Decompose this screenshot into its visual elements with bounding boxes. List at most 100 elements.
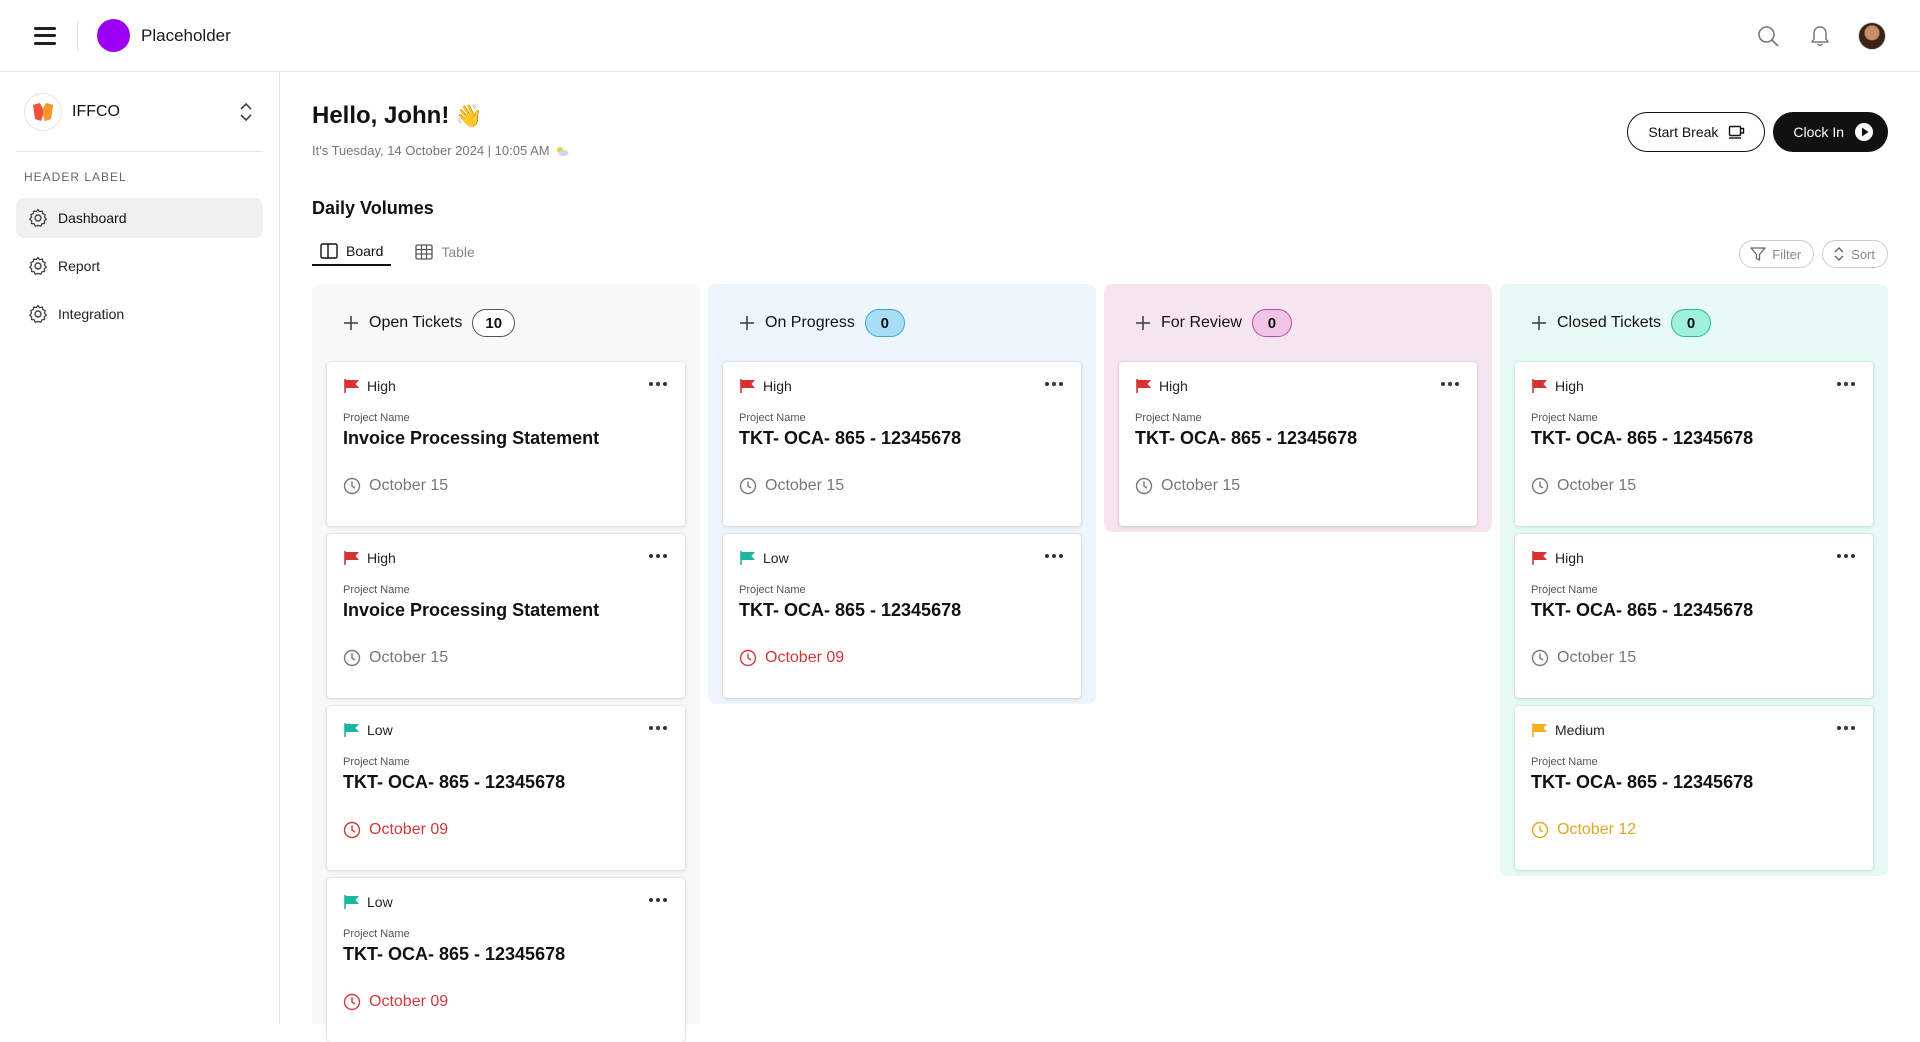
due-date-text: October 12 <box>1557 821 1637 838</box>
greeting: Hello, John! 👋 <box>312 102 483 130</box>
filter-button[interactable]: Filter <box>1739 240 1815 268</box>
flag-icon <box>1136 379 1151 393</box>
tab-table[interactable]: Table <box>407 238 482 266</box>
ticket-card[interactable]: Medium Project Name TKT- OCA- 865 - 123456… <box>1515 706 1873 870</box>
ticket-card[interactable]: Low Project Name TKT- OCA- 865 - 12345678 O… <box>723 534 1081 698</box>
more-options-icon[interactable] <box>1045 554 1063 558</box>
search-icon[interactable] <box>1754 22 1782 50</box>
priority-row: Low <box>739 550 1065 566</box>
due-date-text: October 15 <box>765 477 845 494</box>
org-switcher[interactable]: IFFCO <box>16 72 263 152</box>
ticket-card[interactable]: High Project Name TKT- OCA- 865 - 12345678… <box>1515 534 1873 698</box>
sidebar-item-label: Integration <box>58 306 125 322</box>
sidebar-item-integration[interactable]: Integration <box>16 294 263 334</box>
due-date: October 15 <box>343 477 669 495</box>
priority-label: High <box>1159 378 1188 394</box>
project-label: Project Name <box>739 412 806 424</box>
sort-label: Sort <box>1851 246 1875 262</box>
due-date: October 15 <box>1531 649 1857 667</box>
menu-icon[interactable] <box>34 26 56 45</box>
chevron-up-down-icon[interactable] <box>239 102 253 122</box>
tab-board[interactable]: Board <box>312 238 392 266</box>
plus-icon[interactable] <box>1531 315 1547 331</box>
project-label: Project Name <box>343 928 410 940</box>
start-break-label: Start Break <box>1648 124 1719 140</box>
gear-icon <box>28 256 48 276</box>
clock-icon <box>343 649 361 667</box>
column-title: For Review <box>1161 314 1242 331</box>
priority-row: Low <box>343 894 669 910</box>
more-options-icon[interactable] <box>1045 382 1063 386</box>
sort-icon <box>1834 247 1844 261</box>
column-header: On Progress 0 <box>723 284 1081 362</box>
more-options-icon[interactable] <box>1837 726 1855 730</box>
filter-icon <box>1750 247 1766 261</box>
ticket-card[interactable]: High Project Name TKT- OCA- 865 - 12345678… <box>723 362 1081 526</box>
flag-icon <box>344 723 359 737</box>
due-date-text: October 09 <box>765 649 845 666</box>
priority-row: Low <box>343 722 669 738</box>
ticket-card[interactable]: Low Project Name TKT- OCA- 865 - 12345678 O… <box>327 878 685 1042</box>
clock-icon <box>343 993 361 1011</box>
column-header: Closed Tickets 0 <box>1515 284 1873 362</box>
clock-icon <box>1531 477 1549 495</box>
brand-logo <box>97 19 130 52</box>
plus-icon[interactable] <box>739 315 755 331</box>
due-date: October 15 <box>739 477 1065 495</box>
clock-icon <box>739 649 757 667</box>
priority-row: High <box>343 550 669 566</box>
ticket-card[interactable]: High Project Name Invoice Processing State… <box>327 362 685 526</box>
clock-in-button[interactable]: Clock In <box>1773 112 1888 152</box>
top-right-controls <box>1754 21 1886 50</box>
plus-icon[interactable] <box>343 315 359 331</box>
bell-icon[interactable] <box>1806 22 1834 50</box>
due-date: October 15 <box>343 649 669 667</box>
start-break-button[interactable]: Start Break <box>1627 112 1766 152</box>
flag-icon <box>1532 379 1547 393</box>
sidebar-item-dashboard[interactable]: Dashboard <box>16 198 263 238</box>
project-label: Project Name <box>343 584 410 596</box>
priority-label: High <box>367 550 396 566</box>
flag-icon <box>1532 551 1547 565</box>
ticket-card[interactable]: High Project Name TKT- OCA- 865 - 12345678… <box>1515 362 1873 526</box>
priority-label: High <box>763 378 792 394</box>
ticket-card[interactable]: High Project Name Invoice Processing State… <box>327 534 685 698</box>
clock-in-label: Clock In <box>1793 124 1844 140</box>
due-date-text: October 15 <box>1557 649 1637 666</box>
more-options-icon[interactable] <box>649 898 667 902</box>
avatar[interactable] <box>1858 21 1886 50</box>
sidebar-item-report[interactable]: Report <box>16 246 263 286</box>
sort-button[interactable]: Sort <box>1822 240 1888 268</box>
more-options-icon[interactable] <box>649 726 667 730</box>
sidebar-item-label: Dashboard <box>58 210 127 226</box>
project-label: Project Name <box>739 584 806 596</box>
tab-board-label: Board <box>346 243 384 259</box>
coffee-icon <box>1729 125 1745 139</box>
column-count-badge: 0 <box>1671 309 1712 337</box>
plus-icon[interactable] <box>1135 315 1151 331</box>
more-options-icon[interactable] <box>1441 382 1459 386</box>
project-name: TKT- OCA- 865 - 12345678 <box>343 944 566 964</box>
due-date: October 15 <box>1135 477 1461 495</box>
ticket-card[interactable]: Low Project Name TKT- OCA- 865 - 12345678 O… <box>327 706 685 870</box>
project-name: TKT- OCA- 865 - 12345678 <box>343 772 566 792</box>
gear-icon <box>28 304 48 324</box>
weather-icon <box>556 146 569 156</box>
more-options-icon[interactable] <box>1837 382 1855 386</box>
more-options-icon[interactable] <box>649 554 667 558</box>
more-options-icon[interactable] <box>1837 554 1855 558</box>
column-title: Open Tickets <box>369 314 463 331</box>
sidebar-item-label: Report <box>58 258 101 274</box>
due-date: October 15 <box>1531 477 1857 495</box>
ticket-card[interactable]: High Project Name TKT- OCA- 865 - 12345678… <box>1119 362 1477 526</box>
flag-icon <box>344 551 359 565</box>
project-label: Project Name <box>1531 412 1598 424</box>
clock-icon <box>343 821 361 839</box>
top-bar: Placeholder <box>0 0 1920 72</box>
wave-emoji: 👋 <box>455 103 483 128</box>
column-header: Open Tickets 10 <box>327 284 685 362</box>
view-tabs: Board Table <box>312 238 483 266</box>
tab-table-label: Table <box>441 244 475 260</box>
more-options-icon[interactable] <box>649 382 667 386</box>
clock-icon <box>1135 477 1153 495</box>
